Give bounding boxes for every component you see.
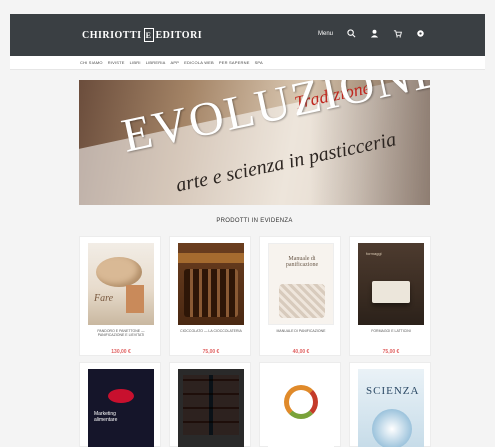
menu-item-per-saperne[interactable]: Per saperne [219,60,250,65]
product-price: 75,00 € [202,349,220,355]
page: CHIRIOTTI E EDITORI Menu Chi siamo Rivis… [0,0,495,447]
product-price: 130,00 € [111,349,131,355]
menu-item-spa[interactable]: SPA [255,60,263,65]
product-cover[interactable] [178,369,244,447]
site-logo[interactable]: CHIRIOTTI E EDITORI [82,27,202,43]
user-icon[interactable] [370,29,379,38]
product-cover[interactable]: Fare [88,243,154,325]
main-menu: Chi siamo Riviste Libri Libreria App Edi… [80,60,263,65]
cart-icon[interactable] [393,29,402,38]
product-price: 75,00 € [382,349,400,355]
header-actions: Menu [318,29,425,38]
menu-link[interactable]: Menu [318,31,333,37]
menu-item-app[interactable]: App [171,60,180,65]
logo-text-right: EDITORI [155,29,203,41]
hero-banner[interactable]: Tradizione EVOLUZIONE arte e scienza in … [79,80,430,205]
product-title[interactable]: CIOCCOLATO — LA CIOCCOLATERIA [174,329,248,333]
product-card[interactable]: Fare PANDORO E PANETTONE — PANIFICAZIONE… [79,236,161,356]
product-card[interactable]: formaggi FORMAGGI E LATTICINI 75,00 € [349,236,431,356]
logo-text-left: CHIRIOTTI [82,29,142,41]
product-title[interactable]: FORMAGGI E LATTICINI [354,329,428,333]
product-title[interactable]: MANUALE DI PANIFICAZIONE [264,329,338,333]
menu-item-edicola[interactable]: Edicola web [184,60,214,65]
cover-title-scienza: SCIENZA [366,385,420,397]
logo-mark: E [143,28,154,42]
menu-item-libri[interactable]: Libri [130,60,141,65]
product-card[interactable] [169,362,251,447]
top-header-bar: CHIRIOTTI E EDITORI Menu [10,14,485,56]
product-card[interactable]: Manuale di panificazione MANUALE DI PANI… [259,236,341,356]
product-cover[interactable]: SCIENZA [358,369,424,447]
product-card[interactable] [259,362,341,447]
product-title[interactable]: PANDORO E PANETTONE — PANIFICAZIONE E LI… [84,329,158,337]
menu-item-riviste[interactable]: Riviste [108,60,125,65]
product-card[interactable]: SCIENZA [349,362,431,447]
menu-item-chi-siamo[interactable]: Chi siamo [80,60,103,65]
product-cover[interactable]: Marketing alimentare [88,369,154,447]
settings-icon[interactable] [416,29,425,38]
product-cover[interactable] [178,243,244,325]
product-card[interactable]: Marketing alimentare [79,362,161,447]
main-menu-bar: Chi siamo Riviste Libri Libreria App Edi… [10,56,485,70]
product-cover[interactable] [268,369,334,447]
search-icon[interactable] [347,29,356,38]
product-cover[interactable]: formaggi [358,243,424,325]
featured-products-heading: PRODOTTI IN EVIDENZA [216,218,293,224]
product-price: 40,00 € [292,349,310,355]
menu-item-libreria[interactable]: Libreria [146,60,166,65]
product-card[interactable]: CIOCCOLATO — LA CIOCCOLATERIA 75,00 € [169,236,251,356]
product-cover[interactable]: Manuale di panificazione [268,243,334,325]
